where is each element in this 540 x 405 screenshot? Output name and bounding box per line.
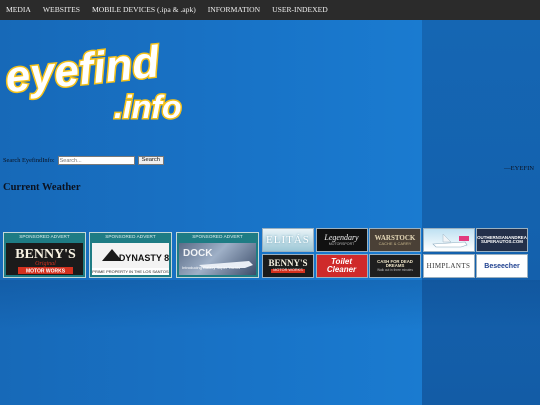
ad-cash-for-dead-dreams[interactable]: CASH FOR DEAD DREAMS Walk out in three m… xyxy=(369,254,421,278)
bennys-ad-image: BENNY'S Original MOTOR WORKS xyxy=(6,243,83,275)
ad-elitas[interactable]: ELITÁS xyxy=(262,228,314,252)
ad-toilet-cleaner[interactable]: Toilet Cleaner xyxy=(315,254,368,278)
eyefind-logo[interactable]: eyefind .info xyxy=(4,36,209,124)
nav-item-information[interactable]: INFORMATION xyxy=(202,0,266,20)
dock-title: DOCK xyxy=(183,248,213,259)
elitas-text: ELITÁS xyxy=(266,233,310,246)
dynasty8-title: DYNASTY 8 xyxy=(119,253,169,263)
sponsored-ad-dock[interactable]: SPONSORED ADVERT DOCK Introducing Galaxy… xyxy=(176,232,259,278)
warstock-sub: CACHE & CARRY xyxy=(378,240,412,246)
logo-info: .info xyxy=(114,89,182,124)
sponsored-ad-dynasty8[interactable]: SPONSORED ADVERT DYNASTY 8 PRIME PROPERT… xyxy=(89,232,172,278)
legendary-text: Legendary xyxy=(324,232,359,242)
sponsored-header: SPONSORED ADVERT xyxy=(192,234,243,239)
bennys-original: Original xyxy=(35,261,56,267)
current-weather-heading: Current Weather xyxy=(3,182,81,193)
dynasty8-caption: PRIME PROPERTY IN THE LOS SANTOS AREA xyxy=(92,268,169,275)
ticker-text: —EYEFIN xyxy=(504,165,535,172)
cashdead-text: CASH FOR DEAD DREAMS xyxy=(377,258,413,268)
bleeder-text: Beseecher xyxy=(484,262,520,270)
search-button[interactable]: Search xyxy=(137,156,165,165)
nav-item-user-indexed[interactable]: USER-INDEXED xyxy=(266,0,334,20)
bennys-tile-text: BENNY'S xyxy=(268,258,308,269)
bennys-tile-sub: MOTOR WORKS xyxy=(271,268,305,273)
ad-yacht[interactable] xyxy=(422,228,475,252)
dynasty8-ad-image: DYNASTY 8 PRIME PROPERTY IN THE LOS SANT… xyxy=(92,243,169,275)
dock-ad-image: DOCK Introducing Galaxy Super Yachts xyxy=(179,243,256,275)
legendary-sub: MOTORSPORT xyxy=(328,241,355,246)
southern-text: SOUTHERNSANANDREAS SUPERAUTOS.COM xyxy=(476,234,528,244)
search-row: Search EyefindInfo: Search xyxy=(3,156,165,165)
ad-warstock[interactable]: WARSTOCK CACHE & CARRY xyxy=(369,228,421,252)
sponsored-ad-bennys[interactable]: SPONSORED ADVERT BENNY'S Original MOTOR … xyxy=(3,232,86,278)
ad-bleeder[interactable]: Beseecher xyxy=(476,254,528,278)
ad-bennys[interactable]: BENNY'S MOTOR WORKS xyxy=(262,254,314,278)
bennys-motorworks: MOTOR WORKS xyxy=(26,269,66,275)
search-label: Search EyefindInfo: xyxy=(3,157,55,164)
ad-southern-san-andreas[interactable]: SOUTHERNSANANDREAS SUPERAUTOS.COM xyxy=(476,228,528,252)
toilet-text-2: Cleaner xyxy=(326,265,357,274)
bennys-title: BENNY'S xyxy=(15,247,76,262)
sponsored-header: SPONSORED ADVERT xyxy=(19,234,70,239)
nav-item-mobile-devices[interactable]: MOBILE DEVICES (.ipa & .apk) xyxy=(86,0,202,20)
search-input[interactable] xyxy=(57,156,135,165)
himplants-text: HIMPLANTS xyxy=(426,261,471,270)
nav-item-media[interactable]: MEDIA xyxy=(0,0,37,20)
dock-caption: Introducing Galaxy Super Yachts xyxy=(182,265,241,270)
ad-himplants[interactable]: HIMPLANTS xyxy=(422,254,475,278)
ad-legendary-motorsport[interactable]: Legendary MOTORSPORT xyxy=(315,228,368,252)
ad-grid: ELITÁS Legendary MOTORSPORT WARSTOCK CAC… xyxy=(262,228,530,280)
cashdead-sub: Walk out in three minutes xyxy=(377,268,413,273)
sponsored-header: SPONSORED ADVERT xyxy=(105,234,156,239)
background-band xyxy=(0,280,540,405)
top-nav-bar: MEDIA WEBSITES MOBILE DEVICES (.ipa & .a… xyxy=(0,0,540,20)
nav-item-websites[interactable]: WEBSITES xyxy=(37,0,86,20)
